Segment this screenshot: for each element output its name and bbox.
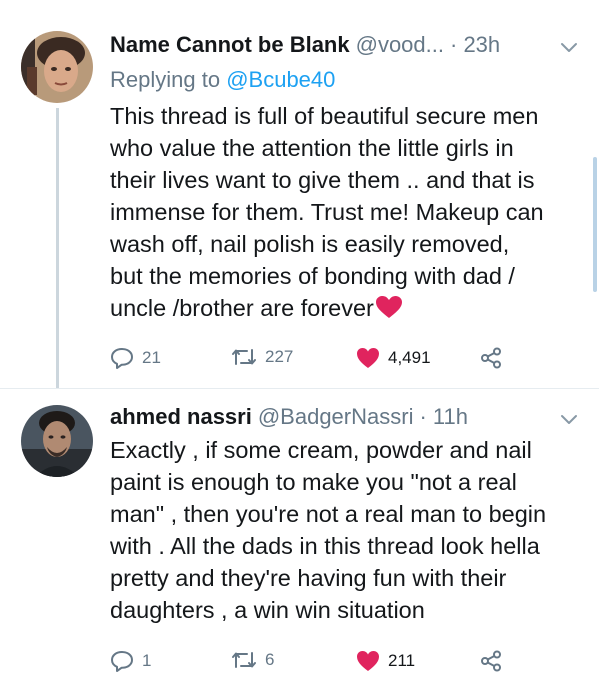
reply-icon: [111, 348, 133, 369]
chevron-down-icon[interactable]: [558, 36, 580, 58]
tweet-text-line: daughters , a win win situation: [110, 597, 425, 623]
display-name[interactable]: ahmed nassri: [110, 404, 252, 430]
tweet-text-line: paint is enough to make you "not a real: [110, 469, 517, 495]
tweet-text-line: but the memories of bonding with dad /: [110, 263, 515, 289]
heart-emoji: [375, 296, 402, 318]
reply-count: 1: [142, 651, 152, 670]
tweet-text-line: man" , then you're not a real man to beg…: [110, 501, 547, 527]
chevron-down-icon[interactable]: [558, 408, 580, 430]
tweet-text-line: wash off, nail polish is easily removed,: [110, 231, 510, 257]
tweet-text-line: This thread is full of beautiful secure …: [110, 103, 539, 129]
tweet-header: Name Cannot be Blank @vood... · 23h: [110, 32, 500, 58]
retweet-count: 6: [265, 650, 275, 669]
tweet-text: This thread is full of beautiful secure …: [110, 100, 590, 324]
tweet-text: Exactly , if some cream, powder and nail…: [110, 434, 590, 626]
tweet-text-line: who value the attention the little girls…: [110, 135, 514, 161]
reply-button[interactable]: 21: [110, 347, 161, 369]
mention-link[interactable]: @Bcube40: [226, 67, 335, 92]
share-icon: [481, 650, 501, 672]
tweet[interactable]: Name Cannot be Blank @vood... · 23h Repl…: [0, 0, 599, 388]
retweet-icon: [232, 652, 256, 668]
retweet-button[interactable]: 227: [231, 347, 293, 367]
retweet-count: 227: [265, 347, 294, 366]
reply-count: 21: [142, 348, 161, 367]
display-name[interactable]: Name Cannot be Blank: [110, 32, 350, 58]
thread-line: [56, 108, 59, 388]
tweet-text-last: uncle /brother are forever: [110, 295, 374, 321]
tweet-text-line: uncle /brother are forever: [110, 292, 590, 324]
replying-to-label: Replying to: [110, 67, 221, 92]
heart-icon: [357, 651, 379, 671]
tweet[interactable]: ahmed nassri @BadgerNassri · 11h Exactly…: [0, 389, 599, 684]
tweet-text-line: their lives want to give them .. and tha…: [110, 167, 535, 193]
user-handle[interactable]: @BadgerNassri: [258, 404, 414, 430]
tweet-text-line: pretty and they're having fun with their: [110, 565, 507, 591]
like-button[interactable]: 4,491: [356, 347, 431, 369]
share-icon: [481, 347, 501, 369]
tweet-text-line: Exactly , if some cream, powder and nail: [110, 437, 532, 463]
avatar[interactable]: [21, 405, 93, 477]
like-count: 211: [388, 651, 416, 670]
retweet-button[interactable]: 6: [231, 650, 274, 670]
tweet-actions: 21 227 4,491: [110, 347, 530, 371]
user-handle[interactable]: @vood...: [356, 32, 444, 58]
scrollbar[interactable]: [593, 157, 597, 292]
avatar[interactable]: [21, 31, 93, 103]
share-button[interactable]: [480, 347, 510, 369]
tweet-text-line: immense for them. Trust me! Makeup can: [110, 199, 544, 225]
tweet-text-line: with . All the dads in this thread look …: [110, 533, 540, 559]
heart-icon: [357, 348, 379, 368]
like-button[interactable]: 211: [356, 650, 415, 672]
timestamp[interactable]: · 11h: [419, 404, 468, 430]
timestamp[interactable]: · 23h: [450, 32, 500, 58]
reply-button[interactable]: 1: [110, 650, 151, 672]
reply-icon: [111, 651, 133, 672]
tweet-header: ahmed nassri @BadgerNassri · 11h: [110, 404, 468, 430]
like-count: 4,491: [388, 348, 431, 367]
share-button[interactable]: [480, 650, 510, 672]
tweet-actions: 1 6 211: [110, 650, 530, 674]
replying-to: Replying to @Bcube40: [110, 67, 335, 93]
retweet-icon: [232, 349, 256, 365]
